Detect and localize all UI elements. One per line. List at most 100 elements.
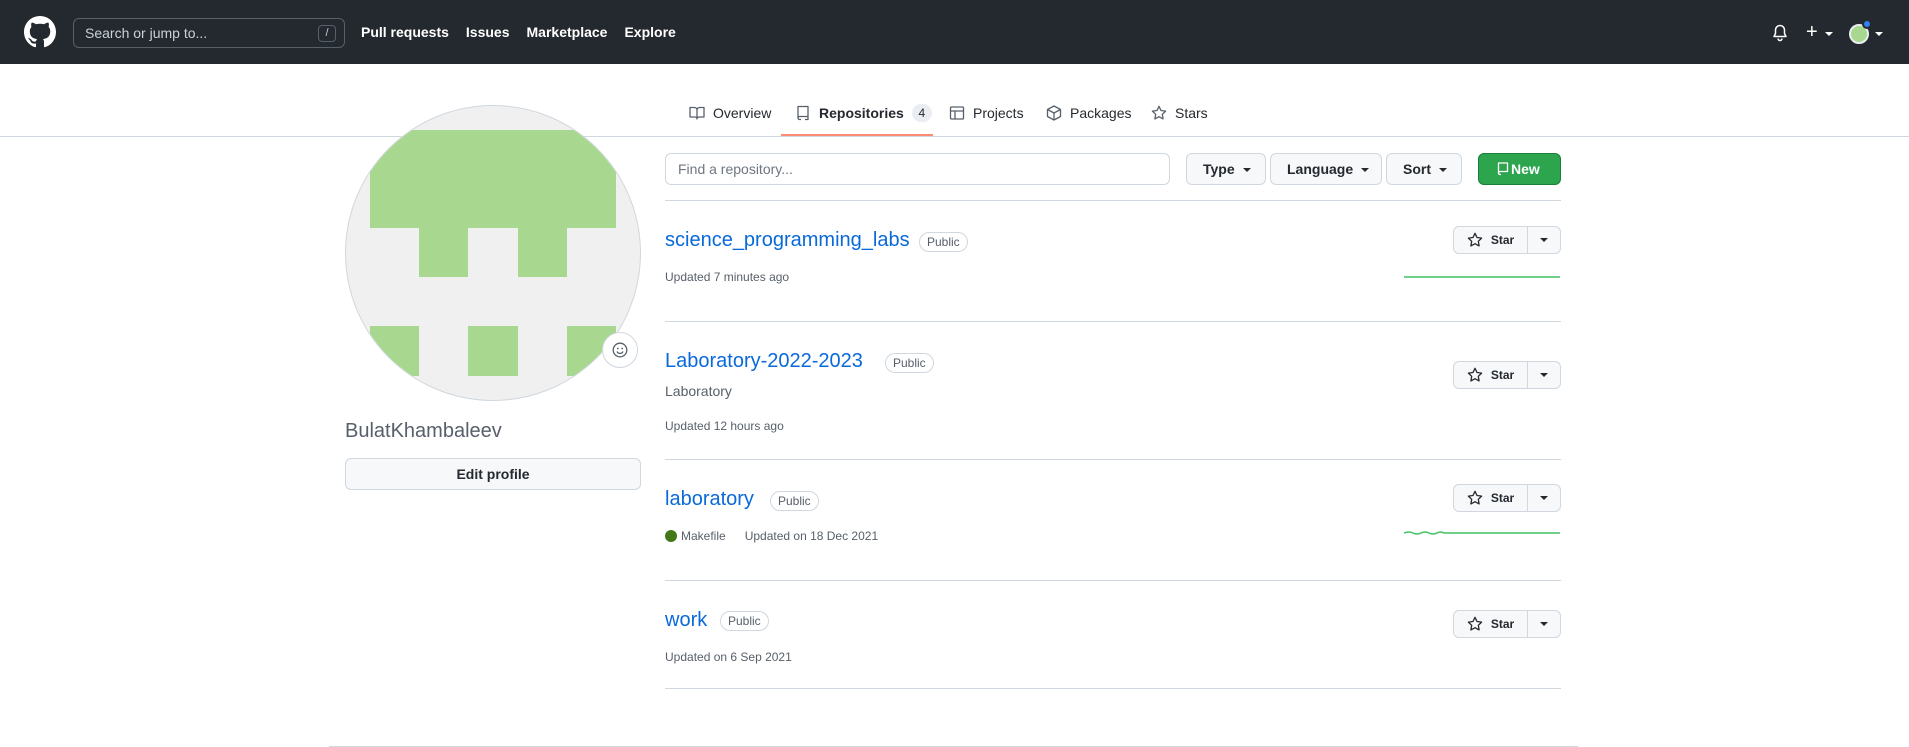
star-label: Star (1490, 233, 1515, 247)
nav-explore[interactable]: Explore (624, 24, 675, 40)
language-filter-button[interactable]: Language (1270, 153, 1382, 185)
nav-issues[interactable]: Issues (466, 24, 510, 40)
package-icon (1046, 105, 1062, 121)
star-button-group: Star (1453, 484, 1561, 512)
star-icon (1467, 616, 1483, 631)
repo-updated: Updated 7 minutes ago (665, 270, 790, 284)
visibility-badge: Public (919, 232, 968, 252)
repositories-count-badge: 4 (911, 104, 932, 122)
repo-name-link[interactable]: laboratory (665, 488, 754, 511)
repo-updated: Updated on 6 Sep 2021 (665, 650, 792, 664)
star-icon (1467, 232, 1483, 247)
star-button-group: Star (1453, 361, 1561, 389)
language-filter-label: Language (1287, 161, 1354, 177)
profile-avatar[interactable] (345, 105, 641, 401)
star-label: Star (1490, 491, 1515, 505)
find-repository-input[interactable]: Find a repository... (665, 153, 1170, 185)
chevron-down-icon (1540, 373, 1548, 377)
profile-username: BulatKhambaleev (345, 420, 502, 442)
chevron-down-icon (1242, 168, 1251, 173)
identicon-block (370, 326, 419, 376)
chevron-down-icon (1540, 238, 1548, 242)
star-button-group: Star (1453, 226, 1561, 254)
repo-description: Laboratory (665, 383, 732, 399)
list-divider (665, 580, 1561, 581)
star-list-dropdown[interactable] (1528, 226, 1561, 254)
star-button[interactable]: Star (1453, 484, 1528, 512)
tab-overview[interactable]: Overview (689, 101, 771, 125)
sort-button[interactable]: Sort (1386, 153, 1462, 185)
create-new-plus-icon[interactable]: + (1806, 22, 1818, 42)
slash-shortcut-badge: / (318, 25, 336, 42)
star-button[interactable]: Star (1453, 361, 1528, 389)
star-icon (1467, 490, 1483, 505)
tab-repositories-label: Repositories (819, 105, 904, 121)
new-repository-button[interactable]: New (1478, 153, 1561, 185)
star-label: Star (1490, 368, 1515, 382)
tab-packages[interactable]: Packages (1046, 101, 1131, 125)
star-button[interactable]: Star (1453, 610, 1528, 638)
identicon-block (468, 326, 518, 376)
global-search-input[interactable]: Search or jump to... / (73, 18, 345, 48)
avatar-chevron-down-icon[interactable] (1875, 32, 1883, 36)
repo-updated: Updated on 18 Dec 2021 (744, 529, 879, 543)
repo-meta: Makefile Updated on 18 Dec 2021 (665, 529, 878, 543)
list-divider (665, 459, 1561, 460)
visibility-badge: Public (720, 611, 769, 631)
visibility-badge: Public (770, 491, 819, 511)
identicon-block (419, 228, 468, 277)
list-divider (665, 688, 1561, 689)
repo-icon (1497, 162, 1509, 176)
book-icon (689, 106, 705, 120)
repo-meta: Updated on 6 Sep 2021 (665, 650, 792, 664)
tab-repositories[interactable]: Repositories 4 (795, 101, 932, 125)
identicon-block (518, 228, 567, 277)
activity-sparkline (1404, 276, 1560, 278)
language-color-dot (665, 530, 677, 542)
star-list-dropdown[interactable] (1528, 361, 1561, 389)
sort-label: Sort (1403, 161, 1431, 177)
list-divider (665, 200, 1561, 201)
top-navigation-bar: Search or jump to... / Pull requests Iss… (0, 0, 1909, 64)
star-button-group: Star (1453, 610, 1561, 638)
chevron-down-icon (1361, 168, 1370, 173)
bell-icon[interactable] (1772, 24, 1788, 42)
repo-name-link[interactable]: Laboratory-2022-2023 (665, 350, 863, 373)
star-label: Star (1490, 617, 1515, 631)
repo-meta: Updated 7 minutes ago (665, 270, 789, 284)
edit-profile-button[interactable]: Edit profile (345, 458, 641, 490)
star-list-dropdown[interactable] (1528, 484, 1561, 512)
tab-projects-label: Projects (973, 105, 1024, 121)
star-icon (1467, 367, 1483, 382)
tab-overview-label: Overview (713, 105, 772, 121)
star-button[interactable]: Star (1453, 226, 1528, 254)
list-divider (665, 321, 1561, 322)
tab-stars[interactable]: Stars (1151, 101, 1208, 125)
repo-name-link[interactable]: work (665, 609, 707, 632)
type-filter-label: Type (1203, 161, 1235, 177)
github-logo-icon[interactable] (24, 16, 56, 48)
tab-projects[interactable]: Projects (949, 101, 1024, 125)
smiley-icon (612, 342, 628, 358)
tab-stars-label: Stars (1175, 105, 1208, 121)
new-button-label: New (1511, 161, 1540, 177)
set-status-button[interactable] (602, 332, 638, 368)
activity-sparkline (1404, 531, 1560, 535)
visibility-badge: Public (885, 353, 934, 373)
nav-pull-requests[interactable]: Pull requests (361, 24, 449, 40)
chevron-down-icon (1540, 496, 1548, 500)
table-icon (949, 106, 965, 120)
star-icon (1151, 105, 1167, 120)
repo-icon (797, 105, 809, 121)
repo-updated: Updated 12 hours ago (665, 419, 784, 433)
main-nav: Pull requests Issues Marketplace Explore (361, 0, 676, 64)
repo-name-link[interactable]: science_programming_labs (665, 229, 910, 252)
tabs-divider (0, 136, 1909, 137)
chevron-down-icon (1439, 168, 1447, 173)
repo-language: Makefile (681, 529, 726, 543)
type-filter-button[interactable]: Type (1186, 153, 1266, 185)
nav-marketplace[interactable]: Marketplace (527, 24, 608, 40)
star-list-dropdown[interactable] (1528, 610, 1561, 638)
create-chevron-down-icon[interactable] (1825, 32, 1833, 36)
chevron-down-icon (1540, 622, 1548, 626)
